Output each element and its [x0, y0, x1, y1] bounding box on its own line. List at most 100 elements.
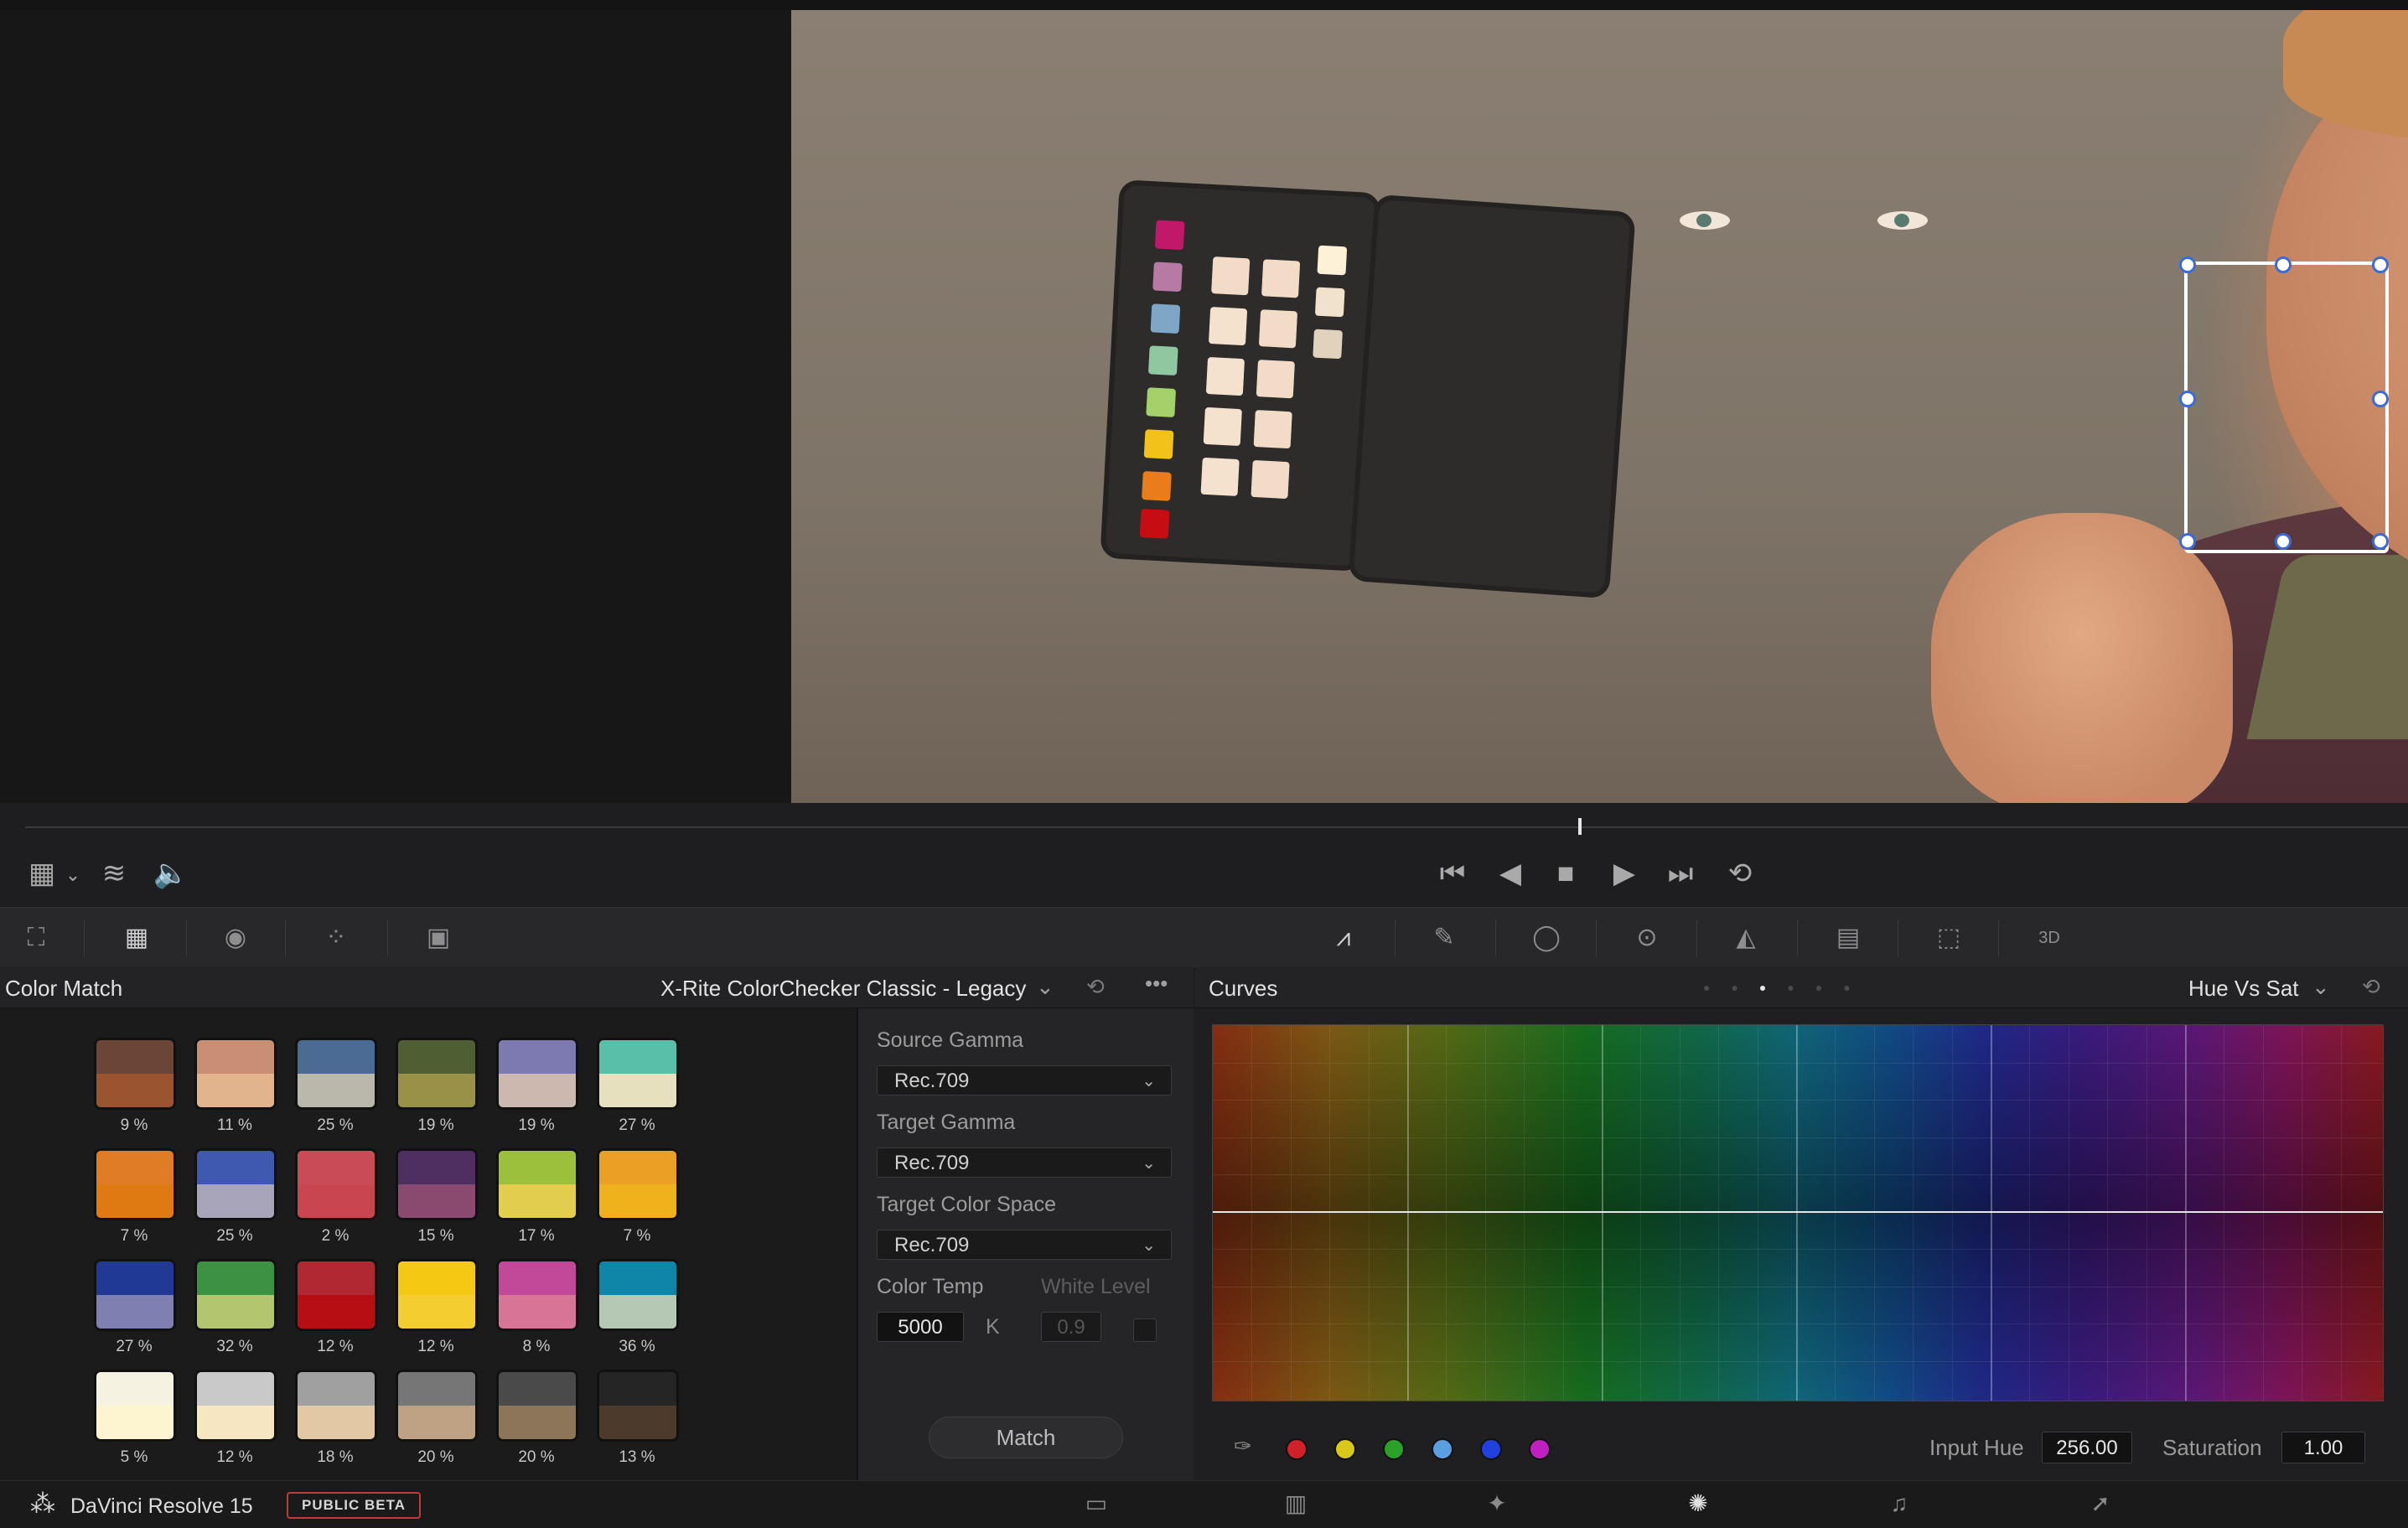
color-swatch[interactable] — [194, 1038, 277, 1110]
saturation-field[interactable]: 1.00 — [2281, 1432, 2365, 1463]
white-level-checkbox[interactable] — [1133, 1318, 1157, 1342]
eyedropper-icon[interactable]: ✑ — [1234, 1433, 1252, 1459]
color-swatch[interactable] — [295, 1038, 377, 1110]
curve-mode-dropdown[interactable]: Hue Vs Sat — [2188, 976, 2299, 1002]
grid-line — [1951, 1025, 1953, 1401]
fairlight-page-icon[interactable]: ♫ — [1882, 1489, 1916, 1519]
selection-handle[interactable] — [2372, 533, 2389, 550]
swatch-percentage: 20 % — [417, 1448, 454, 1466]
media-page-icon[interactable]: ▭ — [1080, 1489, 1113, 1519]
selection-handle[interactable] — [2179, 391, 2196, 407]
color-swatch[interactable] — [396, 1148, 478, 1220]
camera-raw-icon[interactable]: ⛶ — [17, 921, 55, 955]
color-swatch[interactable] — [496, 1370, 578, 1442]
curve-mode-pager-active[interactable]: ● — [1759, 981, 1787, 994]
match-button[interactable]: Match — [929, 1417, 1123, 1458]
color-swatch[interactable] — [94, 1259, 176, 1331]
hue-point-dot[interactable] — [1432, 1438, 1453, 1460]
color-swatch[interactable] — [295, 1259, 377, 1331]
color-swatch[interactable] — [194, 1148, 277, 1220]
color-swatch[interactable] — [597, 1038, 679, 1110]
color-swatch[interactable] — [94, 1038, 176, 1110]
swatch-source-color — [499, 1406, 576, 1439]
chevron-down-icon[interactable]: ⌄ — [1036, 974, 1054, 1000]
selection-handle[interactable] — [2179, 533, 2196, 550]
curve-mode-pager[interactable]: ●●●●●● — [1703, 981, 1872, 994]
color-swatch[interactable] — [597, 1370, 679, 1442]
play-icon[interactable]: ▶ — [1608, 857, 1641, 890]
chevron-down-icon[interactable]: ⌄ — [2312, 974, 2330, 1000]
reset-icon[interactable]: ⟲ — [1086, 974, 1105, 1000]
selection-handle[interactable] — [2372, 256, 2389, 273]
color-swatch[interactable] — [194, 1259, 277, 1331]
sizing-icon[interactable]: ⬚ — [1929, 921, 1968, 955]
window-icon[interactable]: ◯ — [1527, 921, 1566, 955]
deliver-page-icon[interactable]: ➚ — [2084, 1489, 2117, 1519]
selection-handle[interactable] — [2372, 391, 2389, 407]
color-wheels-icon[interactable]: ◉ — [216, 921, 255, 955]
hue-point-dot[interactable] — [1286, 1438, 1308, 1460]
curves-icon[interactable]: ⩘ — [1324, 921, 1363, 955]
go-to-end-icon[interactable]: ⏭ — [1660, 857, 1701, 890]
color-swatch[interactable] — [396, 1370, 478, 1442]
layers-icon[interactable]: ≋ — [97, 857, 131, 890]
3d-icon[interactable]: 3D — [2030, 921, 2069, 955]
color-swatch[interactable] — [295, 1148, 377, 1220]
viewer-options-icon[interactable]: ▦ — [25, 857, 59, 890]
step-back-icon[interactable]: ◀ — [1494, 857, 1527, 890]
grid-line — [1213, 1174, 2383, 1175]
color-swatch[interactable] — [94, 1370, 176, 1442]
color-page-icon[interactable]: ✺ — [1681, 1489, 1715, 1519]
color-swatch[interactable] — [295, 1370, 377, 1442]
curve-line[interactable] — [1213, 1211, 2383, 1213]
loop-icon[interactable]: ⟲ — [1722, 857, 1758, 890]
source-gamma-dropdown[interactable]: Rec.709 ⌄ — [877, 1065, 1172, 1095]
hue-point-dot[interactable] — [1480, 1438, 1502, 1460]
color-swatch[interactable] — [396, 1038, 478, 1110]
more-options-icon[interactable]: ••• — [1145, 971, 1168, 997]
selection-handle[interactable] — [2275, 533, 2291, 550]
input-hue-field[interactable]: 256.00 — [2042, 1432, 2132, 1463]
rgb-mixer-icon[interactable]: ⁘ — [317, 921, 355, 955]
swatch-source-color — [96, 1406, 173, 1439]
stop-icon[interactable]: ■ — [1549, 857, 1582, 890]
target-gamma-dropdown[interactable]: Rec.709 ⌄ — [877, 1147, 1172, 1178]
swatch-percentage: 25 % — [216, 1227, 253, 1245]
hue-point-dot[interactable] — [1383, 1438, 1405, 1460]
color-swatch[interactable] — [597, 1148, 679, 1220]
color-swatch[interactable] — [496, 1259, 578, 1331]
color-swatch[interactable] — [496, 1148, 578, 1220]
swatch-source-color — [499, 1074, 576, 1107]
chart-selection-box[interactable] — [2179, 256, 2389, 553]
color-swatch[interactable] — [496, 1038, 578, 1110]
color-swatch[interactable] — [396, 1259, 478, 1331]
hue-vs-sat-graph[interactable] — [1212, 1024, 2384, 1401]
tracker-icon[interactable]: ⊙ — [1628, 921, 1666, 955]
chart-type-dropdown[interactable]: X-Rite ColorChecker Classic - Legacy — [660, 976, 1026, 1002]
reset-icon[interactable]: ⟲ — [2362, 974, 2380, 1000]
fusion-page-icon[interactable]: ✦ — [1480, 1489, 1514, 1519]
playhead[interactable] — [1578, 818, 1582, 835]
blur-icon[interactable]: ◭ — [1727, 921, 1765, 955]
hue-point-dot[interactable] — [1334, 1438, 1356, 1460]
target-color-space-dropdown[interactable]: Rec.709 ⌄ — [877, 1230, 1172, 1260]
color-swatch[interactable] — [94, 1148, 176, 1220]
motion-effects-icon[interactable]: ▣ — [419, 921, 458, 955]
chevron-down-icon[interactable]: ⌄ — [60, 858, 85, 892]
timeline-scrubber[interactable] — [25, 826, 2408, 828]
hue-point-dot[interactable] — [1529, 1438, 1551, 1460]
edit-page-icon[interactable]: ▥ — [1279, 1489, 1313, 1519]
swatch-source-color — [398, 1406, 475, 1439]
white-level-field[interactable]: 0.9 — [1041, 1312, 1101, 1342]
selection-handle[interactable] — [2275, 256, 2291, 273]
go-to-start-icon[interactable]: ⏮ — [1432, 857, 1473, 890]
color-swatch[interactable] — [194, 1370, 277, 1442]
selection-handle[interactable] — [2179, 256, 2196, 273]
key-icon[interactable]: ▤ — [1829, 921, 1867, 955]
color-swatch[interactable] — [597, 1259, 679, 1331]
speaker-icon[interactable]: 🔈 — [153, 857, 189, 890]
color-match-icon[interactable]: ▦ — [117, 921, 156, 955]
color-temp-field[interactable]: 5000 — [877, 1312, 964, 1342]
qualifier-icon[interactable]: ✎ — [1425, 921, 1463, 955]
viewer-frame[interactable] — [791, 10, 2408, 803]
